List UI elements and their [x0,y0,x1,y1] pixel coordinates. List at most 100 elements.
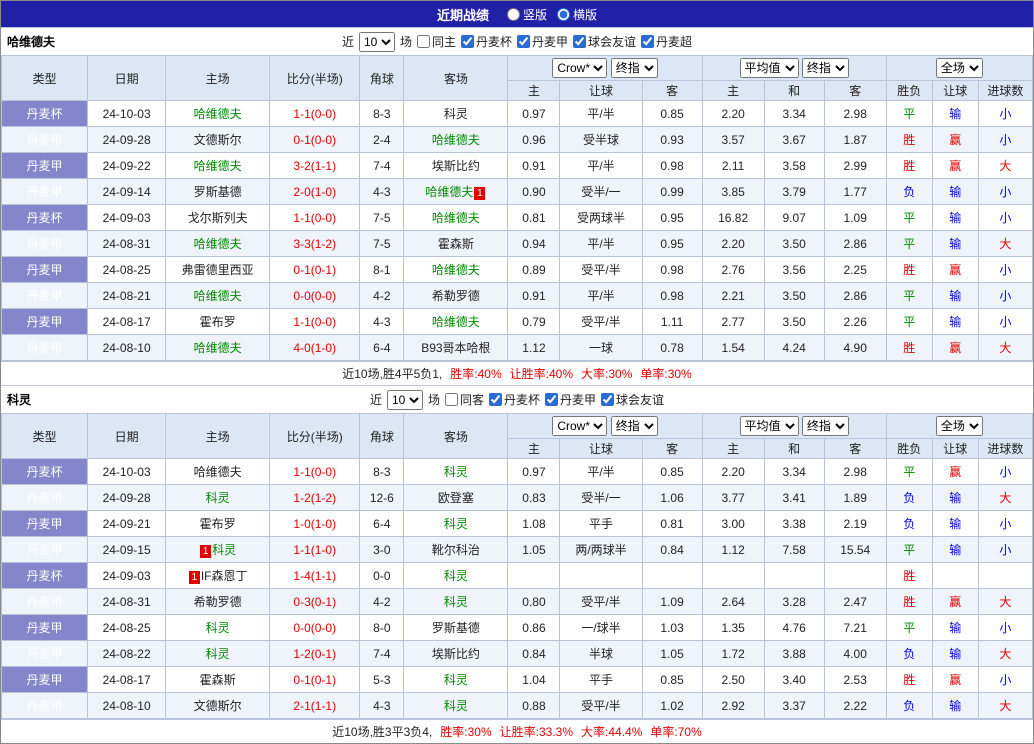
team-link[interactable]: 科灵 [444,465,468,479]
team-link[interactable]: 文德斯尔 [194,133,242,147]
team-link[interactable]: 欧登塞 [438,491,474,505]
team-link[interactable]: 科灵 [444,517,468,531]
goals-result-cell: 小 [977,204,1034,231]
team-name: 科灵 [7,393,32,407]
date-cell: 24-09-14 [87,178,167,205]
recent-count-select[interactable]: 10 [386,389,423,410]
league-checkbox[interactable] [641,35,655,48]
handicap-cell: 受两球半 [559,204,643,231]
home-team-cell: 戈尔斯列夫 [165,204,271,231]
team-link[interactable]: 哈维德夫 [432,211,480,225]
match-row: 丹麦甲 24-08-10 文德斯尔 2-1(1-1) 4-3 科灵 0.88 受平/半 1.02… [0,692,1034,719]
final-odds-select[interactable]: 终指 [610,58,658,78]
average-select[interactable]: 平均值 [739,416,799,436]
league-filter[interactable]: 球会友谊 [601,391,664,408]
goals-result-cell: 小 [977,458,1034,485]
team-link[interactable]: 科灵 [206,621,230,635]
league-checkbox[interactable] [601,393,615,406]
score-cell: 1-0(1-0) [269,510,361,537]
odds-company-select[interactable]: Crow* [552,58,608,78]
team-link[interactable]: IF森恩丁 [201,569,248,583]
away-team-cell: 哈维德夫 [403,126,509,153]
team-link[interactable]: 戈尔斯列夫 [188,211,248,225]
team-link[interactable]: 霍布罗 [200,315,236,329]
layout-option-horizontal[interactable]: 横版 [557,6,597,23]
fulltime-select[interactable]: 全场 [935,58,983,78]
league-filter[interactable]: 球会友谊 [573,33,636,50]
avg-home-cell: 2.20 [701,100,765,127]
team-link[interactable]: 哈维德夫 [425,185,473,199]
league-checkbox[interactable] [460,35,474,48]
fulltime-select[interactable]: 全场 [935,416,983,436]
team-link[interactable]: 哈维德夫 [194,341,242,355]
goals-result-cell: 大 [977,230,1034,257]
date-cell: 24-10-03 [87,458,167,485]
team-link[interactable]: 希勒罗德 [194,595,242,609]
summary-stat: 让胜率:33.3% [499,725,574,739]
team-link[interactable]: 科灵 [444,569,468,583]
odds-company-select[interactable]: Crow* [552,416,608,436]
recent-results-page: 近期战绩 竖版 横版 哈维德夫 近 10 场同主 丹麦杯 丹麦甲 球会友谊 丹麦超 类型 [0,0,1034,744]
team-link[interactable]: 弗雷德里西亚 [182,263,254,277]
away-odds-cell: 1.06 [641,484,703,511]
team-link[interactable]: 哈维德夫 [194,465,242,479]
league-checkbox[interactable] [517,35,530,48]
team-link[interactable]: 罗斯基德 [432,621,480,635]
horizontal-layout-radio[interactable] [557,7,570,21]
home-team-cell: 哈维德夫 [165,458,271,485]
team-link[interactable]: 科灵 [444,107,468,121]
goals-result-cell [977,562,1034,589]
team-link[interactable]: 哈维德夫 [194,107,242,121]
away-team-cell: 哈维德夫 [403,204,509,231]
team-link[interactable]: 霍森斯 [438,237,474,251]
final-average-select[interactable]: 终指 [801,416,849,436]
team-link[interactable]: 科灵 [444,699,468,713]
team-link[interactable]: 哈维德夫 [194,237,242,251]
filter-controls: 近 10 场 同主 丹麦杯 丹麦甲 球会友谊 丹麦超 [342,31,692,52]
team-link[interactable]: 科灵 [206,647,230,661]
team-link[interactable]: 埃斯比约 [432,159,480,173]
match-row: 丹麦甲 24-09-15 1 科灵 1-1(1-0) 3-0 靴尔科治 1.05 两/两球半 0.… [0,536,1034,563]
team-link[interactable]: 科灵 [206,491,230,505]
team-link[interactable]: 哈维德夫 [432,315,480,329]
team-link[interactable]: 霍森斯 [200,673,236,687]
team-link[interactable]: 哈维德夫 [194,289,242,303]
league-filter[interactable]: 丹麦甲 [545,391,596,408]
team-link[interactable]: 埃斯比约 [432,647,480,661]
corners-cell: 5-3 [359,666,405,693]
team-link[interactable]: B93哥本哈根 [421,341,490,355]
vertical-layout-radio[interactable] [506,7,520,21]
same-venue-checkbox[interactable] [444,393,458,406]
avg-draw-cell: 7.58 [763,536,825,563]
league-checkbox[interactable] [573,35,587,48]
team-link[interactable]: 希勒罗德 [432,289,480,303]
final-average-select[interactable]: 终指 [801,58,849,78]
league-filter[interactable]: 丹麦杯 [460,33,512,50]
handicap-cell: 受半/一 [559,178,643,205]
team-link[interactable]: 文德斯尔 [194,699,242,713]
league-filter[interactable]: 丹麦甲 [517,33,568,50]
avg-home-cell: 2.64 [701,588,765,615]
team-link[interactable]: 哈维德夫 [432,133,480,147]
team-link[interactable]: 哈维德夫 [194,159,242,173]
team-link[interactable]: 科灵 [444,595,468,609]
average-select[interactable]: 平均值 [739,58,799,78]
league-filter[interactable]: 丹麦超 [641,33,692,50]
same-venue-filter[interactable]: 同客 [444,391,484,408]
final-odds-select[interactable]: 终指 [610,416,658,436]
team-link[interactable]: 罗斯基德 [194,185,242,199]
recent-count-select[interactable]: 10 [358,31,395,52]
team-link[interactable]: 科灵 [212,543,236,557]
team-link[interactable]: 靴尔科治 [432,543,480,557]
same-venue-filter[interactable]: 同主 [416,33,456,50]
layout-option-vertical[interactable]: 竖版 [506,6,547,23]
team-link[interactable]: 霍布罗 [200,517,236,531]
team-link[interactable]: 科灵 [444,673,468,687]
score-cell: 1-1(1-0) [269,536,361,563]
league-checkbox[interactable] [489,393,502,406]
same-venue-checkbox[interactable] [416,35,430,48]
handicap-cell: 一球 [559,334,643,361]
league-filter[interactable]: 丹麦杯 [489,391,540,408]
team-link[interactable]: 哈维德夫 [432,263,480,277]
league-checkbox[interactable] [545,393,559,406]
